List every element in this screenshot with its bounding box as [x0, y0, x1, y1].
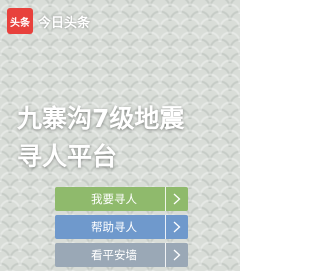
- brand-logo: 头条: [7, 8, 33, 34]
- title-line-1: 九寨沟7级地震: [17, 104, 185, 133]
- page-title: 九寨沟7级地震 寻人平台: [17, 100, 184, 176]
- title-line-2: 寻人平台: [17, 142, 118, 171]
- safety-wall-label: 看平安墙: [91, 248, 137, 262]
- chevron-right-icon: [166, 193, 188, 205]
- action-buttons: 我要寻人 帮助寻人 看平安墙: [55, 187, 188, 267]
- find-person-label: 我要寻人: [91, 192, 137, 206]
- brand-header: 头条 今日头条: [7, 8, 90, 34]
- chevron-right-icon: [166, 249, 188, 261]
- chevron-right-icon: [166, 221, 188, 233]
- find-person-button[interactable]: 我要寻人: [55, 187, 188, 211]
- help-find-label: 帮助寻人: [91, 220, 137, 234]
- help-find-button[interactable]: 帮助寻人: [55, 215, 188, 239]
- safety-wall-button[interactable]: 看平安墙: [55, 243, 188, 267]
- brand-name: 今日头条: [38, 15, 91, 31]
- screen: 头条 今日头条 九寨沟7级地震 寻人平台 我要寻人 帮助寻人 看平安墙: [0, 0, 240, 271]
